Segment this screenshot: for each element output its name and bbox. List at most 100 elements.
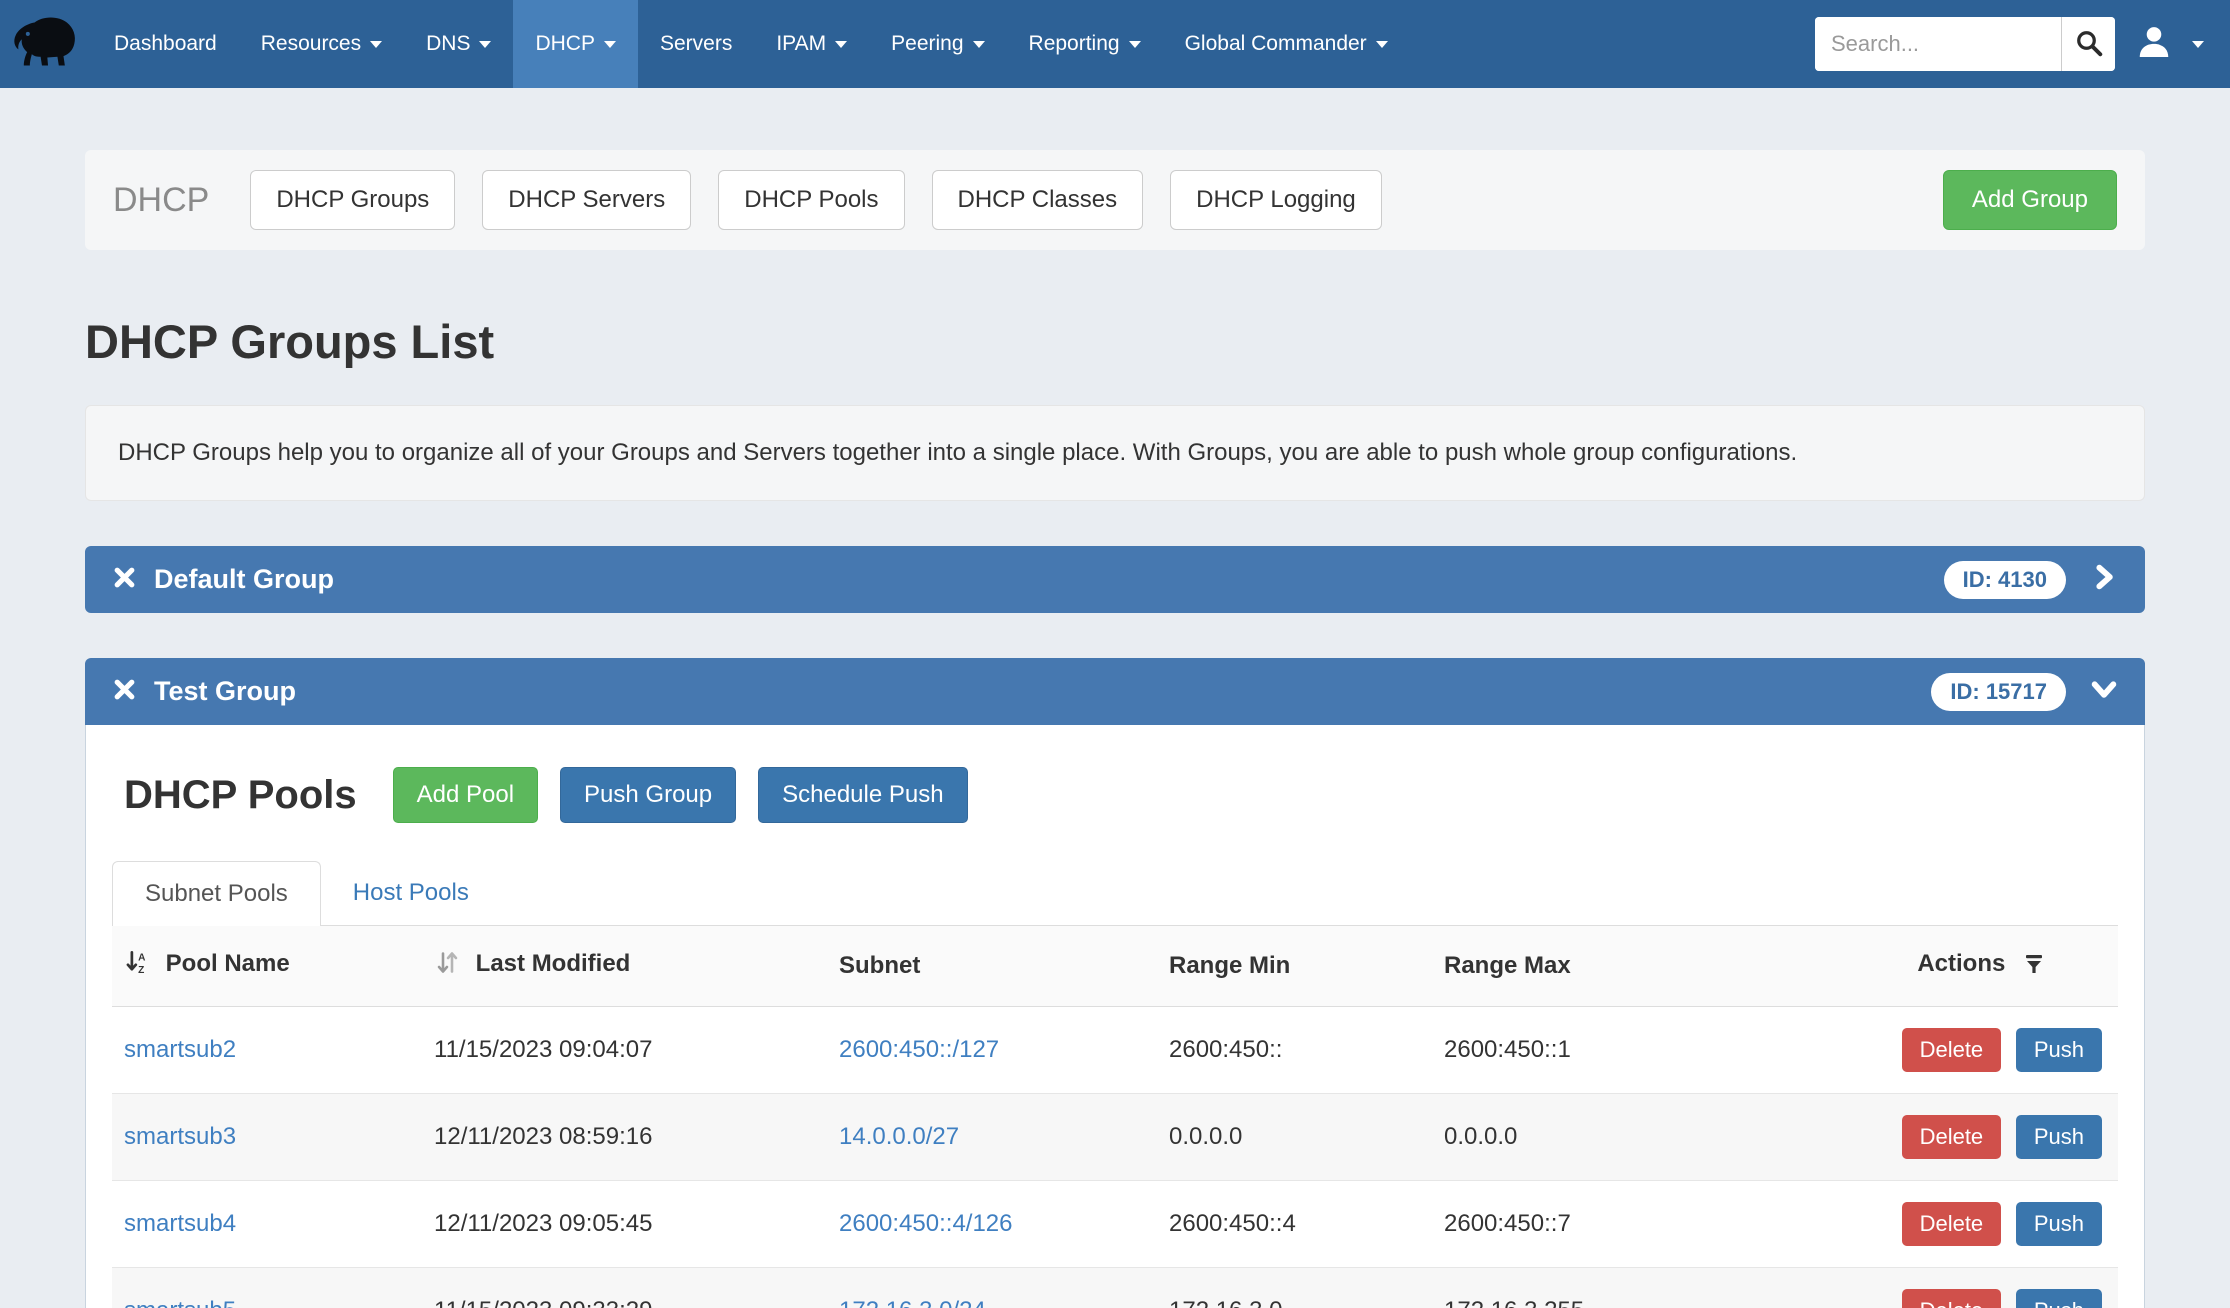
pools-header: DHCP Pools Add Pool Push Group Schedule … — [124, 767, 2118, 823]
chevron-right-icon[interactable] — [2090, 563, 2118, 596]
delete-button[interactable]: Delete — [1902, 1115, 2002, 1159]
table-row: smartsub5 11/15/2023 09:33:29 172.16.3.0… — [112, 1268, 2118, 1308]
nav-item-global-commander[interactable]: Global Commander — [1163, 0, 1410, 88]
remove-group-icon[interactable] — [112, 677, 137, 707]
caret-down-icon — [835, 41, 847, 48]
delete-button[interactable]: Delete — [1902, 1202, 2002, 1246]
nav-label: Reporting — [1029, 32, 1120, 56]
search-input[interactable] — [1815, 17, 2061, 71]
subnet-link[interactable]: 2600:450::/127 — [839, 1036, 999, 1063]
nav-item-dhcp[interactable]: DHCP — [513, 0, 638, 88]
nav-item-ipam[interactable]: IPAM — [754, 0, 869, 88]
group-default: Default Group ID: 4130 — [85, 546, 2145, 613]
caret-down-icon — [2192, 41, 2204, 48]
caret-down-icon — [1376, 41, 1388, 48]
last-modified-cell: 11/15/2023 09:33:29 — [422, 1268, 827, 1308]
pool-name-link[interactable]: smartsub2 — [124, 1036, 236, 1063]
range-max-cell: 2600:450::1 — [1432, 1007, 1818, 1094]
dhcp-pools-button[interactable]: DHCP Pools — [718, 170, 904, 230]
delete-button[interactable]: Delete — [1902, 1028, 2002, 1072]
subnet-link[interactable]: 172.16.3.0/24 — [839, 1297, 986, 1308]
group-id-badge: ID: 4130 — [1944, 561, 2066, 599]
subnet-link[interactable]: 14.0.0.0/27 — [839, 1123, 959, 1150]
subnet-pools-table: A Z Pool Name Last Modif — [112, 926, 2118, 1308]
brand-logo[interactable] — [0, 0, 92, 88]
top-navbar: Dashboard Resources DNS DHCP Servers IPA… — [0, 0, 2230, 88]
col-header-subnet[interactable]: Subnet — [827, 926, 1157, 1007]
caret-down-icon — [1129, 41, 1141, 48]
col-header-range-min[interactable]: Range Min — [1157, 926, 1432, 1007]
nav-label: IPAM — [776, 32, 826, 56]
group-name: Default Group — [154, 564, 334, 595]
push-button[interactable]: Push — [2016, 1289, 2102, 1308]
last-modified-cell: 11/15/2023 09:04:07 — [422, 1007, 827, 1094]
sort-updown-icon[interactable] — [434, 955, 468, 982]
dhcp-classes-button[interactable]: DHCP Classes — [932, 170, 1144, 230]
nav-label: Global Commander — [1185, 32, 1367, 56]
caret-down-icon — [479, 41, 491, 48]
pool-name-link[interactable]: smartsub4 — [124, 1210, 236, 1237]
table-row: smartsub3 12/11/2023 08:59:16 14.0.0.0/2… — [112, 1094, 2118, 1181]
range-min-cell: 172.16.3.0 — [1157, 1268, 1432, 1308]
nav-label: DNS — [426, 32, 470, 56]
filter-icon[interactable] — [2015, 955, 2046, 982]
table-header-row: A Z Pool Name Last Modif — [112, 926, 2118, 1007]
add-pool-button[interactable]: Add Pool — [393, 767, 538, 823]
push-button[interactable]: Push — [2016, 1028, 2102, 1072]
sort-alpha-asc-icon[interactable]: A Z — [124, 955, 158, 982]
col-header-range-max[interactable]: Range Max — [1432, 926, 1818, 1007]
push-button[interactable]: Push — [2016, 1115, 2102, 1159]
user-menu[interactable] — [2135, 23, 2204, 66]
pools-tabs: Subnet Pools Host Pools — [112, 861, 2118, 926]
dhcp-subnav: DHCP DHCP Groups DHCP Servers DHCP Pools… — [85, 150, 2145, 250]
range-max-cell: 0.0.0.0 — [1432, 1094, 1818, 1181]
nav-item-reporting[interactable]: Reporting — [1007, 0, 1163, 88]
nav-item-servers[interactable]: Servers — [638, 0, 754, 88]
nav-label: Resources — [261, 32, 361, 56]
group-header-test[interactable]: Test Group ID: 15717 — [85, 658, 2145, 725]
pool-name-link[interactable]: smartsub5 — [124, 1297, 236, 1308]
svg-text:Z: Z — [138, 965, 144, 976]
nav-label: Peering — [891, 32, 963, 56]
push-button[interactable]: Push — [2016, 1202, 2102, 1246]
remove-group-icon[interactable] — [112, 565, 137, 595]
nav-item-peering[interactable]: Peering — [869, 0, 1006, 88]
group-id-badge: ID: 15717 — [1931, 673, 2066, 711]
search-icon — [2074, 28, 2104, 61]
last-modified-cell: 12/11/2023 08:59:16 — [422, 1094, 827, 1181]
dhcp-logging-button[interactable]: DHCP Logging — [1170, 170, 1382, 230]
tab-host-pools[interactable]: Host Pools — [321, 861, 501, 925]
add-group-button[interactable]: Add Group — [1943, 170, 2117, 230]
col-header-last-modified[interactable]: Last Modified — [422, 926, 827, 1007]
range-min-cell: 2600:450::4 — [1157, 1181, 1432, 1268]
tab-subnet-pools[interactable]: Subnet Pools — [112, 861, 321, 926]
range-max-cell: 2600:450::7 — [1432, 1181, 1818, 1268]
subnet-link[interactable]: 2600:450::4/126 — [839, 1210, 1013, 1237]
dhcp-servers-button[interactable]: DHCP Servers — [482, 170, 691, 230]
nav-item-dashboard[interactable]: Dashboard — [92, 0, 239, 88]
col-label: Actions — [1917, 950, 2005, 977]
schedule-push-button[interactable]: Schedule Push — [758, 767, 967, 823]
page-description: DHCP Groups help you to organize all of … — [85, 405, 2145, 501]
dhcp-groups-button[interactable]: DHCP Groups — [250, 170, 455, 230]
nav-label: DHCP — [535, 32, 595, 56]
caret-down-icon — [973, 41, 985, 48]
group-body-test: DHCP Pools Add Pool Push Group Schedule … — [85, 725, 2145, 1308]
col-label: Range Max — [1444, 952, 1571, 979]
col-header-pool-name[interactable]: A Z Pool Name — [112, 926, 422, 1007]
chevron-down-icon[interactable] — [2090, 675, 2118, 708]
search-button[interactable] — [2061, 17, 2115, 71]
main-menu: Dashboard Resources DNS DHCP Servers IPA… — [92, 0, 1410, 88]
search-box — [1815, 17, 2115, 71]
delete-button[interactable]: Delete — [1902, 1289, 2002, 1308]
nav-label: Dashboard — [114, 32, 217, 56]
push-group-button[interactable]: Push Group — [560, 767, 736, 823]
col-label: Subnet — [839, 952, 920, 979]
nav-item-dns[interactable]: DNS — [404, 0, 513, 88]
mammoth-logo-icon — [9, 11, 83, 78]
nav-label: Servers — [660, 32, 732, 56]
user-icon — [2135, 23, 2173, 66]
nav-item-resources[interactable]: Resources — [239, 0, 404, 88]
pool-name-link[interactable]: smartsub3 — [124, 1123, 236, 1150]
group-header-default[interactable]: Default Group ID: 4130 — [85, 546, 2145, 613]
